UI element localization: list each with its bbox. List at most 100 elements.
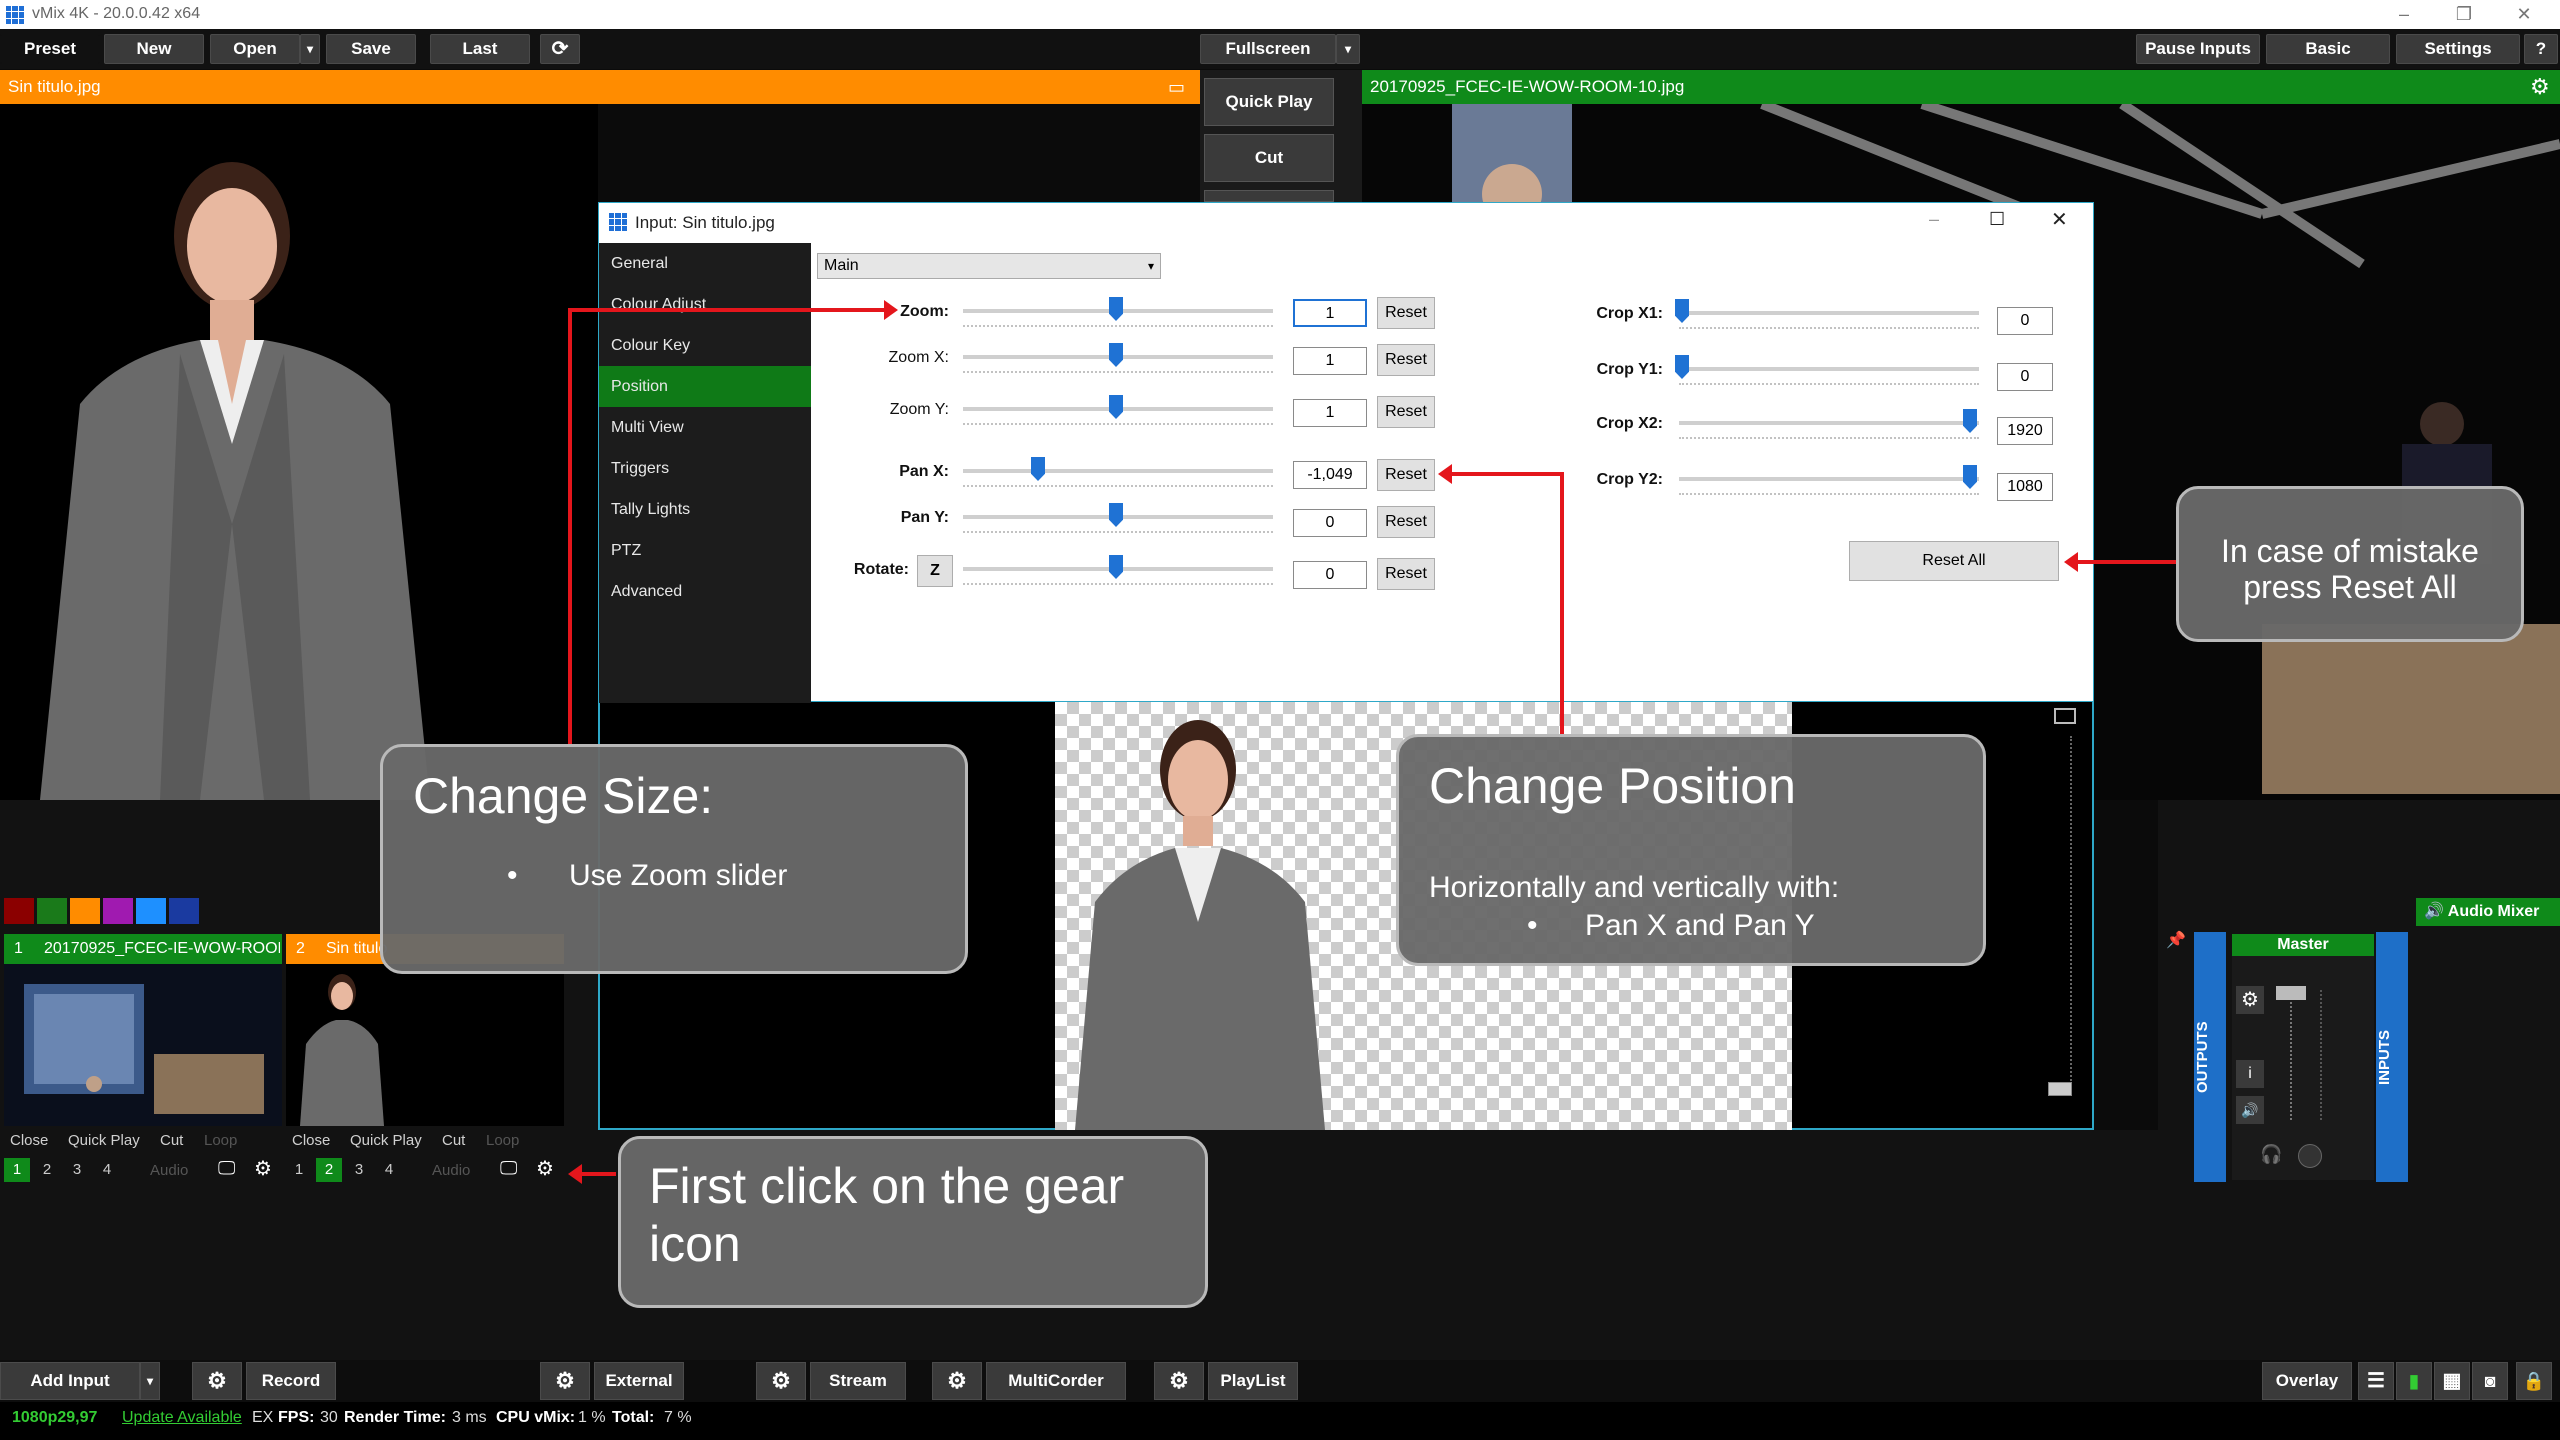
speaker-icon[interactable]: 🔊: [2236, 1096, 2264, 1124]
nav-triggers[interactable]: Triggers: [599, 448, 811, 489]
pan-x-slider-track[interactable]: [963, 469, 1273, 473]
multicorder-button[interactable]: MultiCorder: [986, 1362, 1126, 1400]
pan-x-field[interactable]: -1,049: [1293, 461, 1367, 489]
overlay-button[interactable]: Overlay: [2262, 1362, 2352, 1400]
swatch-orange[interactable]: [70, 898, 100, 924]
crop-y1-field[interactable]: 0: [1997, 363, 2053, 391]
list-view-icon[interactable]: ☰: [2358, 1362, 2394, 1400]
preset-button[interactable]: Preset: [0, 34, 100, 64]
swatch-purple[interactable]: [103, 898, 133, 924]
grid-view-icon[interactable]: ▦: [2434, 1362, 2470, 1400]
add-input-button[interactable]: Add Input: [0, 1362, 140, 1400]
input-2-overlay-3[interactable]: 3: [346, 1158, 372, 1182]
crop-y2-field[interactable]: 1080: [1997, 473, 2053, 501]
nav-colour-key[interactable]: Colour Key: [599, 325, 811, 366]
swatch-red[interactable]: [4, 898, 34, 924]
bar-chart-icon[interactable]: ▮: [2396, 1362, 2432, 1400]
refresh-icon[interactable]: ⟳: [540, 34, 580, 64]
dialog-close-button[interactable]: ✕: [2051, 207, 2068, 232]
nav-tally-lights[interactable]: Tally Lights: [599, 489, 811, 530]
audio-mixer-header[interactable]: 🔊 Audio Mixer: [2416, 898, 2560, 926]
input-2-thumbnail[interactable]: [286, 964, 564, 1126]
input-1-quick-play[interactable]: Quick Play: [68, 1132, 140, 1149]
input-2-overlay-1[interactable]: 1: [286, 1158, 312, 1182]
input-1-thumbnail[interactable]: [4, 964, 282, 1126]
pin-icon[interactable]: 📌: [2164, 930, 2188, 954]
dialog-maximize-button[interactable]: ☐: [1989, 209, 2005, 230]
monitor-icon[interactable]: 🖵: [500, 1158, 517, 1179]
crop-x2-slider-track[interactable]: [1679, 421, 1979, 425]
update-available-link[interactable]: Update Available: [122, 1402, 242, 1434]
canvas-zoom-thumb[interactable]: [2048, 1082, 2072, 1096]
open-dropdown-icon[interactable]: ▾: [300, 34, 320, 64]
save-button[interactable]: Save: [326, 34, 416, 64]
rotate-reset-button[interactable]: Reset: [1377, 558, 1435, 590]
quick-play-button[interactable]: Quick Play: [1204, 78, 1334, 126]
stream-button[interactable]: Stream: [810, 1362, 906, 1400]
nav-ptz[interactable]: PTZ: [599, 530, 811, 571]
last-button[interactable]: Last: [430, 34, 530, 64]
fullscreen-dropdown-icon[interactable]: ▾: [1336, 34, 1360, 64]
zoom-y-reset-button[interactable]: Reset: [1377, 396, 1435, 428]
input-1-overlay-3[interactable]: 3: [64, 1158, 90, 1182]
crop-y2-slider-track[interactable]: [1679, 477, 1979, 481]
rotate-z-button[interactable]: Z: [917, 555, 953, 587]
input-1-overlay-1[interactable]: 1: [4, 1158, 30, 1182]
input-2-audio[interactable]: Audio: [432, 1162, 470, 1179]
pan-y-field[interactable]: 0: [1293, 509, 1367, 537]
nav-advanced[interactable]: Advanced: [599, 571, 811, 612]
rotate-field[interactable]: 0: [1293, 561, 1367, 589]
rotate-slider-thumb[interactable]: [1109, 555, 1123, 579]
crop-x2-field[interactable]: 1920: [1997, 417, 2053, 445]
open-button[interactable]: Open: [210, 34, 300, 64]
gear-icon[interactable]: ⚙: [756, 1362, 806, 1400]
restore-button[interactable]: ❐: [2436, 0, 2492, 29]
input-1-overlay-4[interactable]: 4: [94, 1158, 120, 1182]
nav-colour-adjust[interactable]: Colour Adjust: [599, 284, 811, 325]
zoom-slider-thumb[interactable]: [1109, 297, 1123, 321]
reset-all-button[interactable]: Reset All: [1849, 541, 2059, 581]
crop-x1-slider-thumb[interactable]: [1675, 299, 1689, 323]
cut-button[interactable]: Cut: [1204, 134, 1334, 182]
settings-button[interactable]: Settings: [2396, 34, 2520, 64]
monitor-icon[interactable]: ▭: [1168, 70, 1185, 104]
canvas-view-icon[interactable]: [2054, 708, 2076, 724]
input-2-cut[interactable]: Cut: [442, 1132, 465, 1149]
crop-x2-slider-thumb[interactable]: [1963, 409, 1977, 433]
crop-y2-slider-thumb[interactable]: [1963, 465, 1977, 489]
layer-select[interactable]: Main ▾: [817, 253, 1161, 279]
pan-y-slider-thumb[interactable]: [1109, 503, 1123, 527]
gear-icon[interactable]: ⚙: [1154, 1362, 1204, 1400]
headphones-icon[interactable]: 🎧: [2260, 1144, 2282, 1165]
gear-icon[interactable]: ⚙: [2236, 986, 2264, 1014]
nav-position[interactable]: Position: [599, 366, 811, 407]
gear-icon[interactable]: ⚙: [932, 1362, 982, 1400]
zoom-reset-button[interactable]: Reset: [1377, 297, 1435, 329]
zoom-x-slider-thumb[interactable]: [1109, 343, 1123, 367]
close-window-button[interactable]: ✕: [2496, 0, 2552, 29]
input-2-overlay-4[interactable]: 4: [376, 1158, 402, 1182]
crop-y1-slider-track[interactable]: [1679, 367, 1979, 371]
lock-icon[interactable]: 🔒: [2516, 1362, 2552, 1400]
gear-icon[interactable]: ⚙: [540, 1362, 590, 1400]
input-2-loop[interactable]: Loop: [486, 1132, 519, 1149]
swatch-green[interactable]: [37, 898, 67, 924]
new-button[interactable]: New: [104, 34, 204, 64]
input-1-audio[interactable]: Audio: [150, 1162, 188, 1179]
add-input-dropdown-icon[interactable]: ▾: [140, 1362, 160, 1400]
record-button[interactable]: Record: [246, 1362, 336, 1400]
minimize-button[interactable]: –: [2376, 0, 2432, 29]
input-1-loop[interactable]: Loop: [204, 1132, 237, 1149]
inputs-bar[interactable]: INPUTS: [2376, 932, 2408, 1182]
pause-inputs-button[interactable]: Pause Inputs: [2136, 34, 2260, 64]
input-1-cut[interactable]: Cut: [160, 1132, 183, 1149]
fullscreen-button[interactable]: Fullscreen: [1200, 34, 1336, 64]
input-2-close[interactable]: Close: [292, 1132, 330, 1149]
master-fader-thumb[interactable]: [2276, 986, 2306, 1000]
crop-x1-field[interactable]: 0: [1997, 307, 2053, 335]
input-2-overlay-2[interactable]: 2: [316, 1158, 342, 1182]
master-fader-track[interactable]: [2290, 990, 2294, 1120]
swatch-blue[interactable]: [136, 898, 166, 924]
crop-x1-slider-track[interactable]: [1679, 311, 1979, 315]
crop-y1-slider-thumb[interactable]: [1675, 355, 1689, 379]
